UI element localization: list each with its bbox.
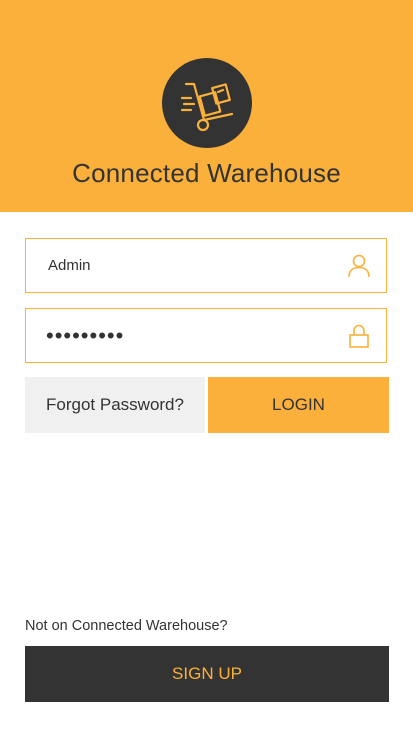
user-icon [348,254,370,278]
signup-button[interactable]: SIGN UP [25,646,389,702]
signup-label: SIGN UP [172,664,242,683]
hand-truck-icon [180,82,234,132]
login-button[interactable]: LOGIN [208,377,389,433]
app-logo [162,58,252,148]
login-screen: Connected Warehouse Forgot Password? LOG… [0,0,413,736]
forgot-password-label: Forgot Password? [46,395,184,414]
username-input[interactable] [48,239,338,292]
password-field[interactable] [25,308,387,363]
signup-prompt: Not on Connected Warehouse? [25,618,228,634]
login-label: LOGIN [272,395,325,414]
username-field[interactable] [25,238,387,293]
app-title: Connected Warehouse [72,158,341,188]
password-input[interactable] [46,309,336,362]
forgot-password-button[interactable]: Forgot Password? [25,377,205,433]
lock-icon [349,324,369,348]
header-banner: Connected Warehouse [0,0,413,212]
